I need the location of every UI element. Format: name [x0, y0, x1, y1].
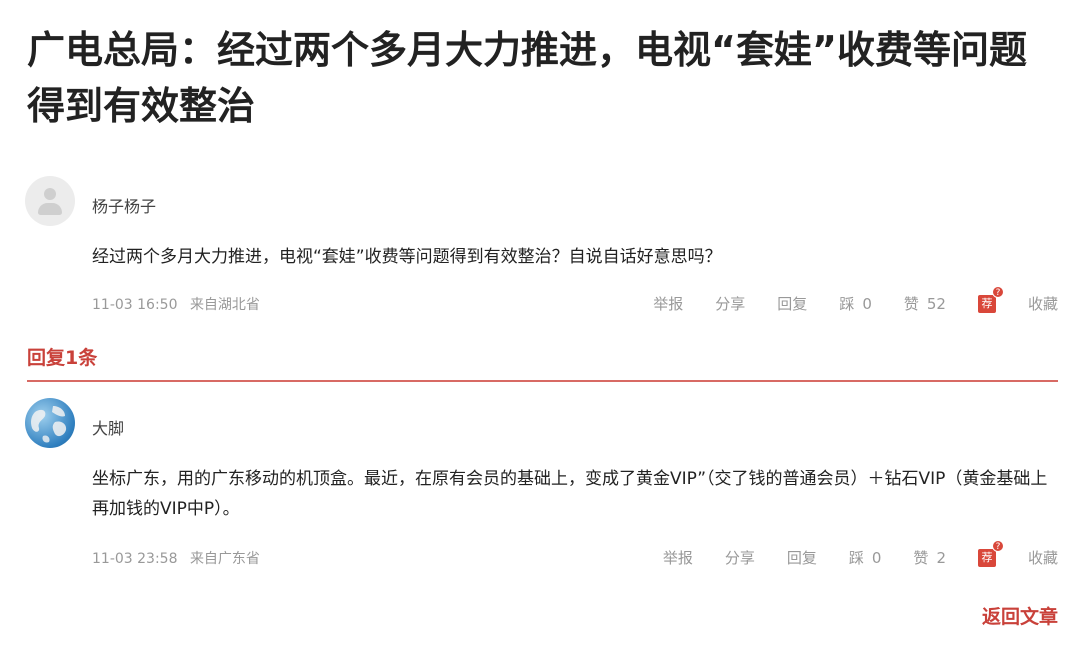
reply-count-label[interactable]: 回复1条	[27, 343, 97, 370]
comment-meta: 11-03 16:50 来自湖北省	[92, 294, 260, 314]
comment-time: 11-03 16:50	[92, 297, 178, 313]
article-title: 广电总局：经过两个多月大力推进，电视“套娃”收费等问题得到有效整治	[27, 28, 1027, 128]
recommend-label: 荐	[981, 550, 993, 564]
comment-username[interactable]: 杨子杨子	[92, 193, 156, 217]
comment-username[interactable]: 大脚	[92, 415, 124, 439]
comment-time: 11-03 23:58	[92, 551, 178, 567]
like-label: 赞	[913, 549, 929, 567]
dislike-button[interactable]: 踩0	[839, 293, 872, 314]
dislike-count: 0	[862, 295, 872, 313]
like-count: 52	[926, 295, 946, 313]
recommend-badge: ?	[991, 539, 1004, 552]
back-to-article-link[interactable]: 返回文章	[982, 602, 1058, 629]
dislike-label: 踩	[839, 295, 855, 313]
report-button[interactable]: 举报	[663, 547, 693, 568]
dislike-label: 踩	[848, 549, 864, 567]
like-label: 赞	[903, 295, 919, 313]
recommend-badge: ?	[991, 285, 1004, 298]
comment-actions: 举报 分享 回复 踩0 赞 52 荐? 收藏	[653, 285, 1058, 314]
comment-content: 坐标广东，用的广东移动的机顶盒。最近，在原有会员的基础上，变成了黄金VIP”（交…	[92, 469, 1048, 519]
recommend-icon[interactable]: 荐?	[977, 285, 1004, 313]
reply-button[interactable]: 回复	[787, 547, 817, 568]
recommend-label: 荐	[981, 296, 993, 310]
globe-avatar-icon[interactable]	[25, 398, 75, 448]
share-button[interactable]: 分享	[715, 293, 745, 314]
like-button[interactable]: 赞 52	[904, 293, 946, 314]
comment-actions: 举报 分享 回复 踩0 赞2 荐? 收藏	[663, 539, 1058, 568]
like-count: 2	[936, 549, 946, 567]
share-button[interactable]: 分享	[725, 547, 755, 568]
report-button[interactable]: 举报	[653, 293, 683, 314]
comment-content: 经过两个多月大力推进，电视“套娃”收费等问题得到有效整治？自说自话好意思吗？	[92, 247, 722, 267]
dislike-count: 0	[871, 549, 882, 567]
default-avatar-icon[interactable]	[25, 176, 75, 226]
comment-location: 来自湖北省	[189, 297, 260, 313]
recommend-icon[interactable]: 荐?	[977, 539, 1004, 567]
divider	[27, 380, 1058, 382]
comment-meta: 11-03 23:58 来自广东省	[92, 548, 260, 568]
dislike-button[interactable]: 踩0	[849, 547, 882, 568]
like-button[interactable]: 赞2	[913, 547, 946, 568]
collect-button[interactable]: 收藏	[1028, 293, 1058, 314]
collect-button[interactable]: 收藏	[1028, 547, 1058, 568]
reply-button[interactable]: 回复	[777, 293, 807, 314]
comment-location: 来自广东省	[189, 551, 260, 567]
